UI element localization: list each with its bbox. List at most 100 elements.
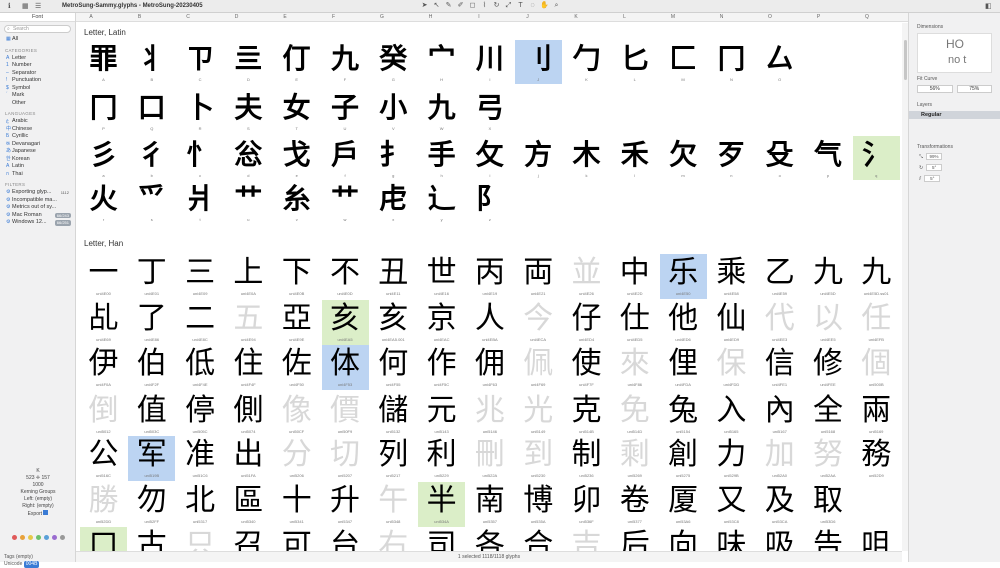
sidebar-item-cyrillic[interactable]: Б Cyrillic xyxy=(0,133,75,141)
glyph-cell[interactable]: 像 uni50CF xyxy=(273,392,320,437)
glyph-cell[interactable]: 冂P xyxy=(80,89,127,133)
color-label-yellow[interactable] xyxy=(28,535,33,540)
glyph-cell[interactable]: 厦 uni53A6 xyxy=(660,482,707,527)
glyph-cell[interactable]: 不 uni4E0D xyxy=(322,254,369,299)
glyph-cell[interactable]: 艹w xyxy=(322,180,369,224)
sidebar-filter[interactable]: ⚙ Metrics out of sy... xyxy=(0,204,75,212)
glyph-cell[interactable]: 佩 uni4F69 xyxy=(515,345,562,390)
glyph-cell[interactable]: 罪A xyxy=(80,40,127,84)
sidebar-filter[interactable]: ⚙ Incompatible ma... xyxy=(0,197,75,205)
glyph-cell[interactable]: 九 uni4E5D xyxy=(805,254,852,299)
sidebar-item-punctuation[interactable]: ! Punctuation xyxy=(0,77,75,85)
glyph-cell[interactable]: 上 uni4E0A xyxy=(225,254,272,299)
sidebar-item-devanagari[interactable]: क Devanagari xyxy=(0,141,75,149)
glyph-cell[interactable]: 召 xyxy=(225,527,272,551)
glyph-cell[interactable]: 癸G xyxy=(370,40,417,84)
list-view-icon[interactable]: ☰ xyxy=(35,2,41,11)
glyph-cell[interactable]: 卯 uni536F xyxy=(563,482,610,527)
hand-tool-icon[interactable]: ✋ xyxy=(540,1,549,11)
glyph-cell[interactable]: 又 uni53C8 xyxy=(708,482,755,527)
glyph-cell[interactable]: 乙 uni4E59 xyxy=(756,254,803,299)
glyph-cell[interactable]: 九W xyxy=(418,89,465,133)
scale-field[interactable]: 99% xyxy=(926,153,943,160)
sidebar-item-japanese[interactable]: あJapanese xyxy=(0,148,75,156)
glyph-cell[interactable]: 口Q xyxy=(128,89,175,133)
glyph-cell[interactable]: 右 xyxy=(370,527,417,551)
glyph-cell[interactable]: 作 uni4F5C xyxy=(418,345,465,390)
glyph-cell[interactable]: 夫S xyxy=(225,89,272,133)
glyph-cell[interactable]: 制 uni5236 xyxy=(563,436,610,481)
sidebar-filter[interactable]: ⚙ Mac Roman 66/243 xyxy=(0,212,75,220)
layer-regular[interactable]: Regular xyxy=(909,111,1000,119)
glyph-cell[interactable]: 气p xyxy=(805,136,852,180)
glyph-cell[interactable]: 剩 uni5269 xyxy=(611,436,658,481)
glyph-cell[interactable]: 光 uni5149 xyxy=(515,392,562,437)
glyph-cell[interactable]: 儲 uni5132 xyxy=(370,392,417,437)
glyph-cell[interactable]: 辶y xyxy=(418,180,465,224)
color-label-blue[interactable] xyxy=(44,535,49,540)
glyph-cell[interactable]: 仃E xyxy=(273,40,320,84)
glyph-cell[interactable]: 住 uni4F4F xyxy=(225,345,272,390)
slant-field[interactable]: 5° xyxy=(924,175,941,182)
glyph-cell[interactable]: 仕 uni4ED5 xyxy=(611,300,658,345)
glyph-cell[interactable]: 低 uni4F4E xyxy=(177,345,224,390)
glyph-cell[interactable]: 五 uni4E94 xyxy=(225,300,272,345)
glyph-cell[interactable]: 勝 uni52DD xyxy=(80,482,127,527)
glyph-cell[interactable]: 味 xyxy=(708,527,755,551)
glyph-cell[interactable]: 告 xyxy=(805,527,852,551)
glyph-cell[interactable]: 倒 uni5012 xyxy=(80,392,127,437)
left-sidebearing[interactable]: 523 xyxy=(26,475,34,481)
glyph-cell[interactable]: 丁 uni4E01 xyxy=(128,254,175,299)
kerning-left[interactable]: Left: (empty) xyxy=(0,496,76,503)
glyph-cell[interactable]: 元 uni5143 xyxy=(418,392,465,437)
glyph-cell[interactable]: 世 uni4E16 xyxy=(418,254,465,299)
glyph-cell[interactable]: 亥 uni4EA5.001 xyxy=(370,300,417,345)
glyph-cell[interactable]: 准 uni51C6 xyxy=(177,436,224,481)
glyph-cell[interactable]: 丬B xyxy=(128,40,175,84)
scale-tool-icon[interactable]: ⤢ xyxy=(504,1,513,11)
glyph-cell[interactable]: 丑 uni4E11 xyxy=(370,254,417,299)
glyph-cell[interactable]: 子U xyxy=(322,89,369,133)
glyph-cell[interactable]: 攵i xyxy=(466,136,513,180)
glyph-cell[interactable]: 吸 xyxy=(756,527,803,551)
glyph-cell[interactable]: 午 uni5348 xyxy=(370,482,417,527)
glyph-cell[interactable]: 爿t xyxy=(177,180,224,224)
glyph-cell[interactable]: 女T xyxy=(273,89,320,133)
glyph-cell[interactable]: 弓X xyxy=(466,89,513,133)
right-sidebearing[interactable]: 157 xyxy=(41,475,49,481)
glyph-cell[interactable]: 博 uni535A xyxy=(515,482,562,527)
edit-tool-icon[interactable]: ↖ xyxy=(432,1,441,11)
draw-tool-icon[interactable]: ✐ xyxy=(456,1,465,11)
glyph-cell[interactable]: 全 uni5168 xyxy=(805,392,852,437)
glyph-cell[interactable]: 並 uni4E26 xyxy=(563,254,610,299)
glyph-cell[interactable]: 后 xyxy=(611,527,658,551)
glyph-cell[interactable]: 側 uni5074 xyxy=(225,392,272,437)
glyph-cell[interactable]: 佣 uni4F63 xyxy=(466,345,513,390)
glyph-cell[interactable]: 爫s xyxy=(128,180,175,224)
sidebar-item-other[interactable]: Other xyxy=(0,100,75,108)
glyph-cell[interactable]: 下 uni4E0B xyxy=(273,254,320,299)
color-label-gray[interactable] xyxy=(60,535,65,540)
glyph-cell[interactable]: 克 uni514B xyxy=(563,392,610,437)
glyph-cell[interactable]: 仔 uni4ED4 xyxy=(563,300,610,345)
glyph-cell[interactable]: 卷 uni5377 xyxy=(611,482,658,527)
glyph-cell[interactable]: 仙 uni4ED9 xyxy=(708,300,755,345)
pen-tool-icon[interactable]: ✎ xyxy=(444,1,453,11)
sidebar-item-korean[interactable]: 한Korean xyxy=(0,156,75,164)
glyph-cell[interactable]: 伯 uni4F2F xyxy=(128,345,175,390)
glyph-cell[interactable]: 人 uni4EBA xyxy=(466,300,513,345)
glyph-cell[interactable]: 信 uni4FE1 xyxy=(756,345,803,390)
sidebar-item-symbol[interactable]: $ Symbol xyxy=(0,85,75,93)
glyph-cell[interactable]: 來 uni4F86 xyxy=(611,345,658,390)
glyph-cell[interactable]: 咀 xyxy=(853,527,900,551)
glyph-cell[interactable]: 修 uni4FEE xyxy=(805,345,852,390)
sidebar-item-thai[interactable]: ก Thai xyxy=(0,171,75,179)
glyph-cell[interactable]: 代 uni4EE3 xyxy=(756,300,803,345)
glyph-cell[interactable]: 十 uni5341 xyxy=(273,482,320,527)
sidebar-item-mark[interactable]: ´ Mark xyxy=(0,92,75,100)
glyph-cell[interactable]: 両 uni4E21 xyxy=(515,254,562,299)
glyph-cell[interactable]: 匕L xyxy=(611,40,658,84)
glyph-cell[interactable]: 中 uni4E2D xyxy=(611,254,658,299)
glyph-cell[interactable]: 以 uni4EE5 xyxy=(805,300,852,345)
search-input[interactable]: ⌕ Search xyxy=(4,25,71,33)
